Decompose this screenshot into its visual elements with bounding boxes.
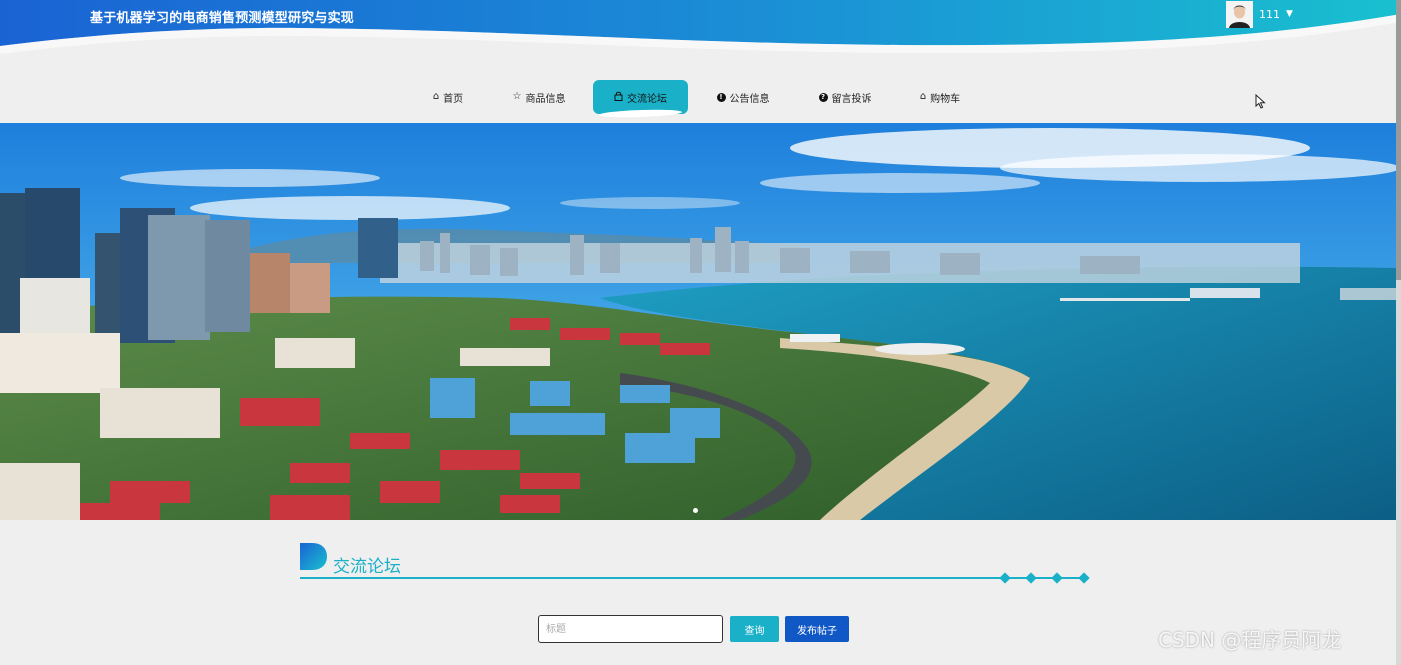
scrollbar-thumb[interactable]	[1396, 0, 1401, 280]
nav-item-home[interactable]: ⌂ 首页	[420, 80, 476, 114]
site-title: 基于机器学习的电商销售预测模型研究与实现	[90, 11, 355, 26]
exclamation-icon: !	[716, 92, 726, 102]
watermark: CSDN @程序员阿龙	[1158, 628, 1342, 652]
section-divider	[300, 577, 1005, 579]
page-scrollbar[interactable]	[1396, 0, 1401, 665]
avatar[interactable]	[1226, 0, 1253, 28]
home-icon: ⌂	[919, 91, 927, 102]
query-button[interactable]: 查询	[730, 616, 779, 642]
nav-label: 首页	[443, 93, 464, 105]
star-icon: ☆	[512, 91, 522, 102]
section-d-icon	[300, 543, 327, 570]
carousel-indicator[interactable]	[693, 508, 698, 513]
nav-item-forum[interactable]: 交流论坛	[593, 80, 688, 114]
banner-carousel[interactable]	[0, 123, 1396, 520]
main-nav: ⌂ 首页 ☆ 商品信息 交流论坛 ! 公告信息 ? 留言投诉 ⌂ 购物车	[0, 80, 1396, 114]
lock-icon	[614, 91, 623, 104]
mouse-cursor-icon	[1255, 93, 1266, 113]
nav-item-notices[interactable]: ! 公告信息	[708, 80, 778, 114]
nav-item-cart[interactable]: ⌂ 购物车	[910, 80, 970, 114]
nav-label: 交流论坛	[627, 93, 667, 105]
username[interactable]: 111	[1259, 8, 1280, 21]
section-header: 交流论坛	[300, 541, 1090, 584]
page: 基于机器学习的电商销售预测模型研究与实现 111 ▼ ⌂ 首页 ☆ 商品信息 交…	[0, 0, 1401, 665]
title-search-input[interactable]	[538, 615, 723, 643]
publish-post-button[interactable]: 发布帖子	[785, 616, 849, 642]
nav-label: 购物车	[930, 93, 961, 105]
nav-item-products[interactable]: ☆ 商品信息	[503, 80, 575, 114]
caret-down-icon[interactable]: ▼	[1286, 9, 1293, 19]
nav-label: 公告信息	[729, 93, 770, 105]
nav-label: 留言投诉	[831, 93, 872, 105]
header-banner: 基于机器学习的电商销售预测模型研究与实现 111 ▼	[0, 0, 1401, 60]
question-icon: ?	[818, 92, 828, 102]
nav-label: 商品信息	[525, 93, 566, 105]
diamond-icon	[1078, 572, 1090, 584]
section-title: 交流论坛	[333, 557, 401, 577]
nav-item-complaints[interactable]: ? 留言投诉	[810, 80, 880, 114]
home-icon: ⌂	[432, 91, 440, 102]
banner-image	[0, 123, 1396, 520]
user-menu[interactable]: 111 ▼	[1226, 0, 1293, 28]
